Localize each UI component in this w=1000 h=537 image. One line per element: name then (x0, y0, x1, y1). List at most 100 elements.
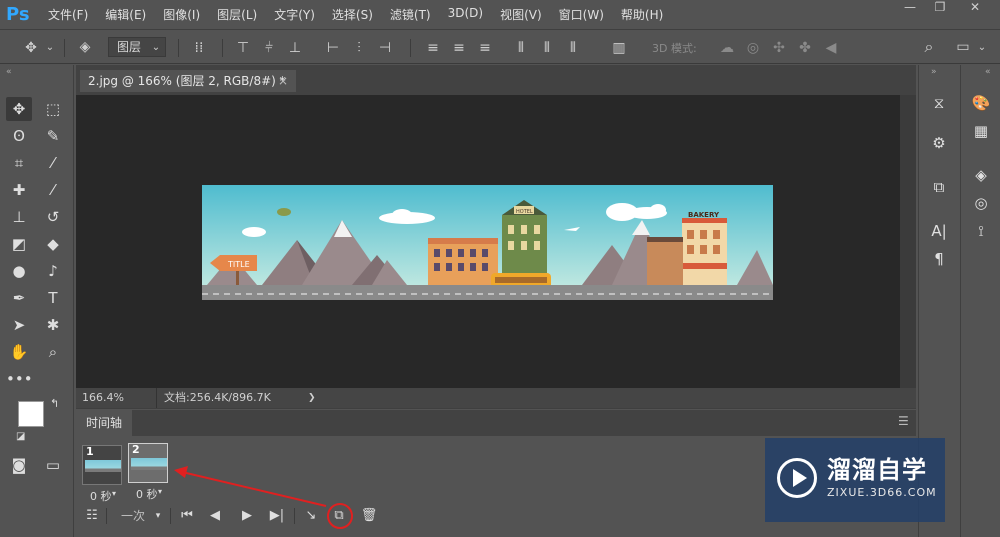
3d-rotate-icon[interactable]: ☁ (718, 39, 736, 57)
shape-tool-button[interactable]: ✱ (40, 313, 66, 337)
menu-layer[interactable]: 图层(L) (217, 6, 257, 23)
previous-frame-icon[interactable]: ◀ (206, 506, 224, 526)
align-bottom-icon[interactable]: ⊥ (286, 39, 304, 57)
menu-image[interactable]: 图像(I) (163, 6, 200, 23)
menu-edit[interactable]: 编辑(E) (105, 6, 146, 23)
menu-help[interactable]: 帮助(H) (621, 6, 663, 23)
collapse-icon[interactable]: » (931, 67, 937, 77)
dodge-tool-button[interactable]: ♪ (40, 259, 66, 283)
distribute-left-icon[interactable]: ⦀ (512, 39, 530, 57)
distribute-hcenter-icon[interactable]: ⦀ (538, 39, 556, 57)
chevron-down-icon[interactable]: ⌄ (44, 39, 56, 57)
menu-filter[interactable]: 滤镜(T) (390, 6, 431, 23)
layers-panel-icon[interactable]: ◈ (967, 163, 995, 187)
distribute-bottom-icon[interactable]: ≡ (476, 39, 494, 57)
workspace-chevron-icon[interactable]: ⌄ (976, 39, 988, 57)
marquee-tool-button[interactable]: ⬚ (40, 97, 66, 121)
menu-file[interactable]: 文件(F) (48, 6, 88, 23)
screen-mode-button[interactable]: ▭ (40, 453, 66, 477)
workspace-icon[interactable]: ▭ (952, 38, 974, 56)
pen-tool-button[interactable]: ✒ (6, 286, 32, 310)
frame-delay[interactable]: 0 秒 (90, 488, 112, 504)
default-colors-icon[interactable]: ◪ (16, 431, 25, 442)
history-panel-icon[interactable]: ⧖ (925, 91, 953, 115)
distribute-right-icon[interactable]: ⦀ (564, 39, 582, 57)
chevron-down-icon[interactable]: ▾ (112, 489, 116, 498)
play-icon[interactable]: ▶ (238, 506, 256, 526)
document-tab[interactable]: 2.jpg @ 166% (图层 2, RGB/8#) * × (80, 70, 296, 92)
lasso-tool-button[interactable]: ʘ (6, 124, 32, 148)
paths-panel-icon[interactable]: ⟟ (967, 219, 995, 243)
character-panel-icon[interactable]: A| (925, 219, 953, 243)
menu-view[interactable]: 视图(V) (500, 6, 542, 23)
loop-options-dropdown[interactable]: 一次 (116, 506, 150, 526)
align-top-icon[interactable]: ⊤ (234, 39, 252, 57)
hand-tool-button[interactable]: ✋ (6, 340, 32, 364)
eraser-tool-button[interactable]: ◩ (6, 232, 32, 256)
align-left-icon[interactable]: ⊢ (324, 39, 342, 57)
eyedropper-tool-button[interactable]: ⁄ (40, 151, 66, 175)
more-tools-button[interactable]: ••• (6, 367, 33, 391)
auto-select-icon[interactable]: ◈ (74, 38, 96, 56)
quick-mask-button[interactable]: ◙ (6, 453, 32, 477)
menu-window[interactable]: 窗口(W) (559, 6, 604, 23)
vertical-scrollbar[interactable] (900, 95, 916, 388)
foreground-color-swatch[interactable] (18, 401, 44, 427)
paragraph-panel-icon[interactable]: ¶ (925, 247, 953, 271)
minimize-button[interactable]: — (895, 0, 925, 18)
next-frame-icon[interactable]: ▶| (268, 506, 286, 526)
channels-panel-icon[interactable]: ◎ (967, 191, 995, 215)
paint-bucket-tool-button[interactable]: ◆ (40, 232, 66, 256)
loop-chevron-icon[interactable]: ▾ (152, 506, 164, 526)
brush-tool-button[interactable]: ⁄ (40, 178, 66, 202)
blur-tool-button[interactable]: ● (6, 259, 32, 283)
distribute-top-icon[interactable]: ≡ (424, 39, 442, 57)
path-selection-tool-button[interactable]: ➤ (6, 313, 32, 337)
history-brush-tool-button[interactable]: ↺ (40, 205, 66, 229)
swatches-panel-icon[interactable]: ▦ (967, 119, 995, 143)
timeline-tab[interactable]: 时间轴 (76, 410, 132, 436)
auto-align-icon[interactable]: ▥ (610, 39, 628, 57)
menu-type[interactable]: 文字(Y) (274, 6, 315, 23)
align-hcenter-icon[interactable]: ⫶ (350, 39, 368, 57)
zoom-level[interactable]: 166.4% (82, 388, 124, 408)
move-tool-button[interactable]: ✥ (6, 97, 32, 121)
banner-image[interactable]: TITLE HOTEL BAKERY (202, 185, 773, 300)
clone-stamp-tool-button[interactable]: ⊥ (6, 205, 32, 229)
healing-brush-tool-button[interactable]: ✚ (6, 178, 32, 202)
menu-3d[interactable]: 3D(D) (448, 6, 483, 23)
align-vcenter-icon[interactable]: ⫩ (260, 39, 278, 57)
menu-select[interactable]: 选择(S) (332, 6, 373, 23)
transform-controls-icon[interactable]: ⁞⁞ (188, 39, 210, 57)
collapse-icon[interactable]: « (6, 67, 12, 77)
convert-timeline-icon[interactable]: ☷ (82, 506, 102, 526)
properties-panel-icon[interactable]: ⚙ (925, 131, 953, 155)
move-tool-icon[interactable]: ✥ (20, 39, 42, 57)
type-tool-button[interactable]: T (40, 286, 66, 310)
tween-icon[interactable]: ↘ (302, 506, 320, 526)
3d-roll-icon[interactable]: ◎ (744, 39, 762, 57)
crop-tool-button[interactable]: ⌗ (6, 151, 32, 175)
panel-menu-icon[interactable]: ☰ (898, 414, 909, 428)
close-window-button[interactable]: ✕ (955, 0, 995, 18)
status-menu-icon[interactable]: ❯ (308, 388, 316, 408)
zoom-tool-button[interactable]: ⌕ (40, 340, 66, 364)
align-right-icon[interactable]: ⊣ (376, 39, 394, 57)
frame-delay[interactable]: 0 秒 (136, 486, 158, 502)
chevron-down-icon[interactable]: ▾ (158, 487, 162, 496)
frame-2[interactable]: 2 0 秒 ▾ (128, 443, 168, 501)
3d-slide-icon[interactable]: ✤ (796, 39, 814, 57)
restore-button[interactable]: ❐ (925, 0, 955, 18)
quick-select-tool-button[interactable]: ✎ (40, 124, 66, 148)
swap-colors-icon[interactable]: ↰ (50, 397, 59, 410)
character-style-icon[interactable]: ⧉ (925, 175, 953, 199)
3d-pan-icon[interactable]: ✣ (770, 39, 788, 57)
3d-scale-icon[interactable]: ◀ (822, 39, 840, 57)
color-panel-icon[interactable]: 🎨 (967, 91, 995, 115)
frame-1[interactable]: 1 0 秒 ▾ (82, 445, 122, 503)
close-tab-icon[interactable]: × (278, 70, 288, 92)
expand-icon[interactable]: « (985, 67, 991, 77)
first-frame-icon[interactable]: ⏮ (178, 506, 196, 526)
delete-frame-icon[interactable]: 🗑 (360, 506, 378, 526)
search-icon[interactable]: ⌕ (918, 38, 940, 56)
